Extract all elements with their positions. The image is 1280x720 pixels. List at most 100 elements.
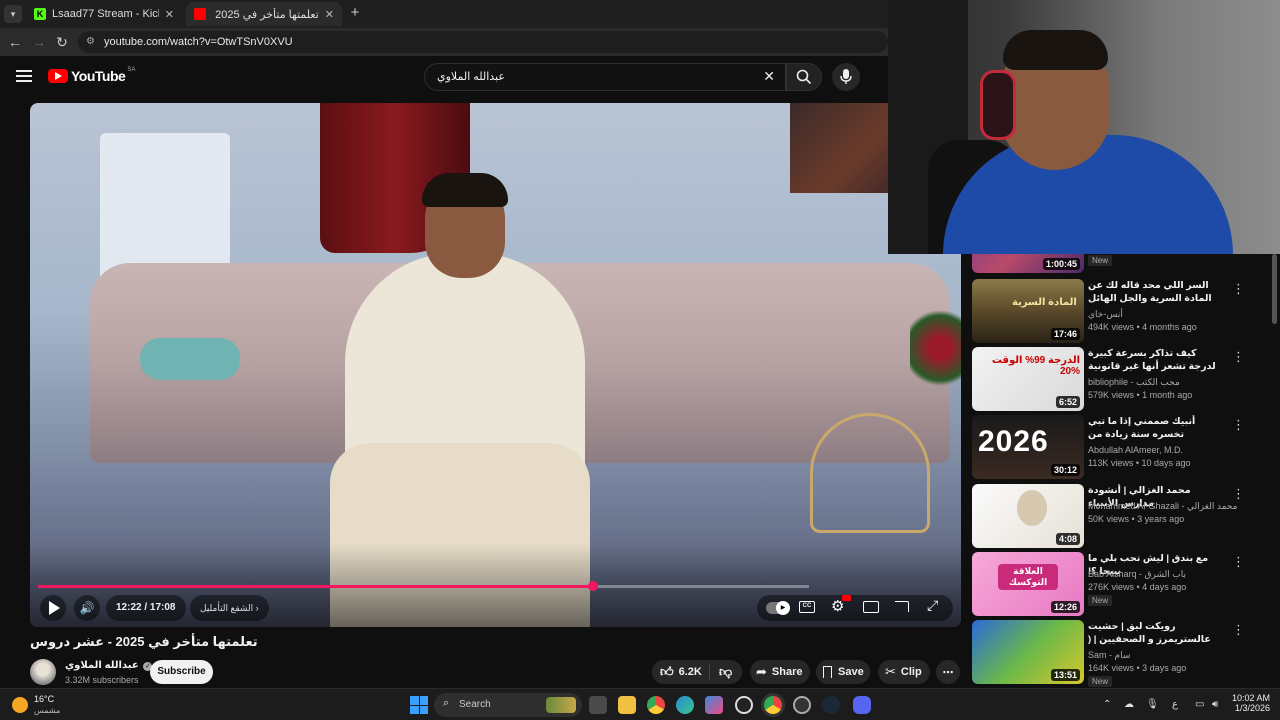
volume-button[interactable]: 🔊 bbox=[74, 595, 100, 621]
obs-icon[interactable] bbox=[735, 696, 753, 714]
youtube-play-icon bbox=[48, 69, 68, 83]
input-language[interactable]: ع bbox=[1172, 699, 1178, 710]
clock[interactable]: 10:02 AM 1/3/2026 bbox=[1226, 693, 1270, 713]
search-input[interactable]: عبدالله الملاوي ✕ bbox=[424, 63, 786, 91]
scissors-icon: ✂ bbox=[885, 664, 896, 679]
more-options-icon[interactable]: ⋮ bbox=[1232, 349, 1245, 365]
rec-title[interactable]: السر اللي محد قاله لك عن المادة السرية و… bbox=[1088, 279, 1218, 305]
tray-chevron-icon[interactable]: ⌃ bbox=[1103, 699, 1111, 710]
rec-item[interactable]: الدرجة 99% الوقت 20% 6:52 كيف تذاكر بسرع… bbox=[970, 347, 1270, 415]
site-info-icon[interactable]: ⚙ bbox=[86, 31, 95, 53]
rec-thumbnail[interactable]: 1:00:45 bbox=[972, 254, 1084, 273]
more-options-icon[interactable]: ⋮ bbox=[1232, 622, 1245, 638]
weather-widget[interactable]: 16°C مشمس bbox=[12, 692, 92, 718]
fullscreen-icon[interactable]: ⤢ bbox=[927, 597, 938, 614]
more-options-icon[interactable]: ⋮ bbox=[1232, 417, 1245, 433]
rec-meta: 164K views • 3 days ago bbox=[1088, 663, 1187, 673]
sidebar-scrollbar[interactable] bbox=[1272, 254, 1277, 324]
rec-channel[interactable]: أنس-خاي bbox=[1088, 309, 1123, 320]
microphone-icon bbox=[840, 69, 852, 84]
more-actions-button[interactable]: ⋯ bbox=[936, 660, 960, 684]
rec-thumbnail[interactable]: الدرجة 99% الوقت 20% 6:52 bbox=[972, 347, 1084, 411]
volume-tray-icon[interactable]: 🔊︎ bbox=[1212, 699, 1218, 710]
rec-item[interactable]: المادة السرية 17:46 السر اللي محد قاله ل… bbox=[970, 279, 1270, 347]
chrome-active-icon[interactable] bbox=[764, 696, 782, 714]
more-options-icon[interactable]: ⋮ bbox=[1232, 486, 1245, 502]
rec-item[interactable]: 13:51 رويكت ليق | حشيت عالستريمرز و الصح… bbox=[970, 620, 1270, 688]
more-options-icon[interactable]: ⋮ bbox=[1232, 554, 1245, 570]
voice-search-button[interactable] bbox=[832, 63, 860, 91]
menu-icon[interactable] bbox=[16, 70, 32, 82]
rec-item[interactable]: 2026 30:12 أنبيك صممني إذا ما تبي تخسره … bbox=[970, 415, 1270, 483]
share-button[interactable]: ➦ Share bbox=[750, 660, 810, 684]
video-player[interactable]: 🔊 12:22 / 17:08 ‹ الشفع التأمليل ▶ CC ⚙ … bbox=[30, 103, 961, 627]
rec-duration: 13:51 bbox=[1050, 669, 1080, 681]
tab-youtube-video[interactable]: تعلمتها متأخر في 2025 - عشر دروس ✕ bbox=[186, 2, 342, 26]
play-button[interactable] bbox=[40, 595, 66, 621]
edge-icon[interactable] bbox=[676, 696, 694, 714]
captions-icon[interactable]: CC bbox=[799, 601, 815, 613]
rec-channel[interactable]: Sam - سام bbox=[1088, 650, 1130, 661]
rec-thumbnail[interactable]: العلاقة التوكسك 12:26 bbox=[972, 552, 1084, 616]
like-dislike-group: 👍︎ 6.2K 👎︎ bbox=[652, 660, 742, 684]
chrome-icon[interactable] bbox=[647, 696, 665, 714]
chapter-button[interactable]: ‹ الشفع التأمليل bbox=[190, 595, 269, 621]
back-icon[interactable]: ← bbox=[6, 33, 24, 51]
play-icon bbox=[49, 601, 60, 615]
rec-title[interactable]: رويكت ليق | حشيت عالستريمرز و الصحفيين |… bbox=[1088, 620, 1218, 646]
clear-search-icon[interactable]: ✕ bbox=[763, 68, 775, 85]
progress-bar[interactable] bbox=[38, 581, 809, 591]
close-tab-icon[interactable]: ✕ bbox=[325, 8, 334, 21]
rec-new-badge: New bbox=[1088, 676, 1113, 687]
forward-icon[interactable]: → bbox=[30, 33, 48, 51]
scene-plant bbox=[910, 303, 961, 393]
steam-icon[interactable] bbox=[822, 696, 840, 714]
rec-item[interactable]: 1:00:45 New bbox=[970, 254, 1270, 277]
network-icon[interactable]: ▭ bbox=[1195, 699, 1204, 710]
clip-button[interactable]: ✂ Clip bbox=[878, 660, 930, 684]
autoplay-toggle[interactable]: ▶ bbox=[766, 601, 790, 615]
store-icon[interactable] bbox=[705, 696, 723, 714]
start-button[interactable] bbox=[410, 696, 428, 714]
channel-name-row[interactable]: عبدالله الملاوي ✓ bbox=[65, 660, 153, 671]
rec-meta: 579K views • 1 month ago bbox=[1088, 390, 1193, 400]
save-button[interactable]: Save bbox=[816, 660, 870, 684]
theater-mode-icon[interactable] bbox=[863, 601, 879, 613]
chapter-label: الشفع التأمليل bbox=[200, 603, 254, 613]
mic-tray-icon[interactable]: 🎙︎ bbox=[1146, 699, 1159, 710]
subscribe-button[interactable]: Subscribe bbox=[150, 660, 213, 684]
taskbar-search[interactable]: ⌕ Search bbox=[434, 693, 582, 717]
rec-thumbnail[interactable]: المادة السرية 17:46 bbox=[972, 279, 1084, 343]
rec-item[interactable]: العلاقة التوكسك 12:26 مع بندق | ليش تحب … bbox=[970, 552, 1270, 620]
new-tab-icon[interactable]: + bbox=[346, 4, 364, 22]
like-button[interactable]: 👍︎ 6.2K bbox=[652, 664, 710, 680]
rec-channel[interactable]: Abdullah AlAmeer, M.D. bbox=[1088, 445, 1183, 455]
rec-channel[interactable]: bibliophile - محب الكتب bbox=[1088, 377, 1180, 388]
rec-thumbnail-person bbox=[1017, 490, 1047, 526]
search-button[interactable] bbox=[786, 63, 822, 91]
channel-avatar[interactable] bbox=[30, 659, 56, 685]
more-options-icon[interactable]: ⋮ bbox=[1232, 281, 1245, 297]
reload-icon[interactable]: ↻ bbox=[53, 33, 71, 51]
rec-channel[interactable]: Mohammed Al-Ghazali - محمد الغزالي bbox=[1088, 501, 1237, 512]
url-field[interactable]: ⚙ youtube.com/watch?v=OtwTSnV0XVU bbox=[78, 31, 888, 53]
rec-title[interactable]: كيف تذاكر بسرعة كبيرة لدرجة تشعر أنها غي… bbox=[1088, 347, 1218, 373]
rec-thumbnail[interactable]: 13:51 bbox=[972, 620, 1084, 684]
dislike-button[interactable]: 👎︎ bbox=[710, 664, 732, 680]
rec-thumbnail[interactable]: 2026 30:12 bbox=[972, 415, 1084, 479]
rec-channel[interactable]: Bab Alsharq - باب الشرق bbox=[1088, 569, 1186, 580]
onedrive-icon[interactable]: ☁ bbox=[1124, 699, 1134, 710]
task-view-icon[interactable] bbox=[589, 696, 607, 714]
close-tab-icon[interactable]: ✕ bbox=[165, 8, 174, 21]
discord-icon[interactable] bbox=[853, 696, 871, 714]
youtube-logo[interactable]: YouTube SA bbox=[48, 67, 135, 84]
tab-kick-dashboard[interactable]: K Lsaad77 Stream - Kick Dashboard ✕ bbox=[26, 2, 182, 26]
tab-list-chevron-icon[interactable]: ▾ bbox=[4, 5, 22, 23]
rec-item[interactable]: 4:08 محمد الغزالي | أنشودة مدارس الأنبيا… bbox=[970, 484, 1270, 552]
rec-title[interactable]: أنبيك صممني إذا ما تبي تخسره سنة زيادة م… bbox=[1088, 415, 1218, 441]
rec-thumbnail[interactable]: 4:08 bbox=[972, 484, 1084, 548]
cast-icon[interactable] bbox=[895, 601, 909, 612]
file-explorer-icon[interactable] bbox=[618, 696, 636, 714]
clock-time: 10:02 AM bbox=[1231, 693, 1270, 703]
app-icon[interactable] bbox=[793, 696, 811, 714]
